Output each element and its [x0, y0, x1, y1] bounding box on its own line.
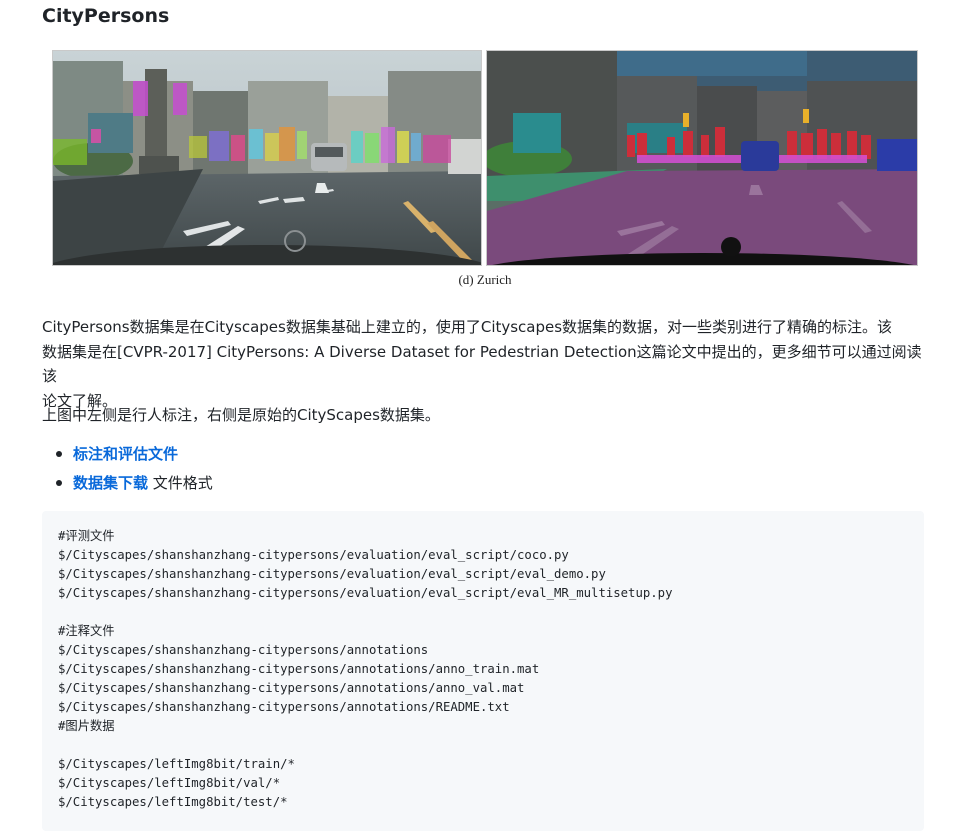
- code-line: $/Cityscapes/shanshanzhang-citypersons/e…: [58, 567, 606, 581]
- dataset-download-link[interactable]: 数据集下载: [73, 474, 148, 492]
- code-line: $/Cityscapes/leftImg8bit/val/*: [58, 776, 281, 790]
- section-heading: CityPersons: [42, 5, 170, 27]
- resource-list: 标注和评估文件 数据集下载 文件格式: [42, 442, 213, 500]
- list-item: 数据集下载 文件格式: [42, 471, 213, 500]
- note-paragraph: 上图中左侧是行人标注，右侧是原始的CityScapes数据集。: [42, 406, 440, 424]
- intro-line-2: 数据集是在[CVPR-2017] CityPersons: A Diverse …: [42, 342, 922, 386]
- code-line: $/Cityscapes/shanshanzhang-citypersons/a…: [58, 662, 540, 676]
- bullet-icon: [56, 451, 62, 457]
- code-content: #评测文件 $/Cityscapes/shanshanzhang-citypers…: [58, 527, 672, 812]
- list-item: 标注和评估文件: [42, 442, 213, 471]
- bullet-icon: [56, 480, 62, 486]
- figure-caption: (d) Zurich: [458, 272, 512, 287]
- code-line: #图片数据: [58, 719, 115, 733]
- street-photo-with-boxes: [52, 50, 482, 266]
- code-line: #注释文件: [58, 624, 115, 638]
- code-line: $/Cityscapes/leftImg8bit/train/*: [58, 757, 295, 771]
- segmentation-map: [486, 50, 918, 266]
- code-line: $/Cityscapes/shanshanzhang-citypersons/a…: [58, 700, 510, 714]
- intro-paragraph: CityPersons数据集是在Cityscapes数据集基础上建立的，使用了C…: [42, 315, 930, 413]
- file-format-text: 文件格式: [148, 474, 213, 492]
- code-block[interactable]: #评测文件 $/Cityscapes/shanshanzhang-citypers…: [42, 511, 924, 831]
- code-line: $/Cityscapes/shanshanzhang-citypersons/e…: [58, 548, 569, 562]
- zurich-figure: [52, 50, 918, 266]
- code-line: $/Cityscapes/leftImg8bit/test/*: [58, 795, 288, 809]
- annotation-eval-link[interactable]: 标注和评估文件: [73, 445, 178, 463]
- code-line: ​: [58, 603, 672, 622]
- code-line: $/Cityscapes/shanshanzhang-citypersons/e…: [58, 586, 673, 600]
- code-line: $/Cityscapes/shanshanzhang-citypersons/a…: [58, 643, 429, 657]
- code-line: ​: [58, 736, 672, 755]
- code-line: #评测文件: [58, 529, 115, 543]
- intro-line-1: CityPersons数据集是在Cityscapes数据集基础上建立的，使用了C…: [42, 318, 893, 336]
- code-line: $/Cityscapes/shanshanzhang-citypersons/a…: [58, 681, 525, 695]
